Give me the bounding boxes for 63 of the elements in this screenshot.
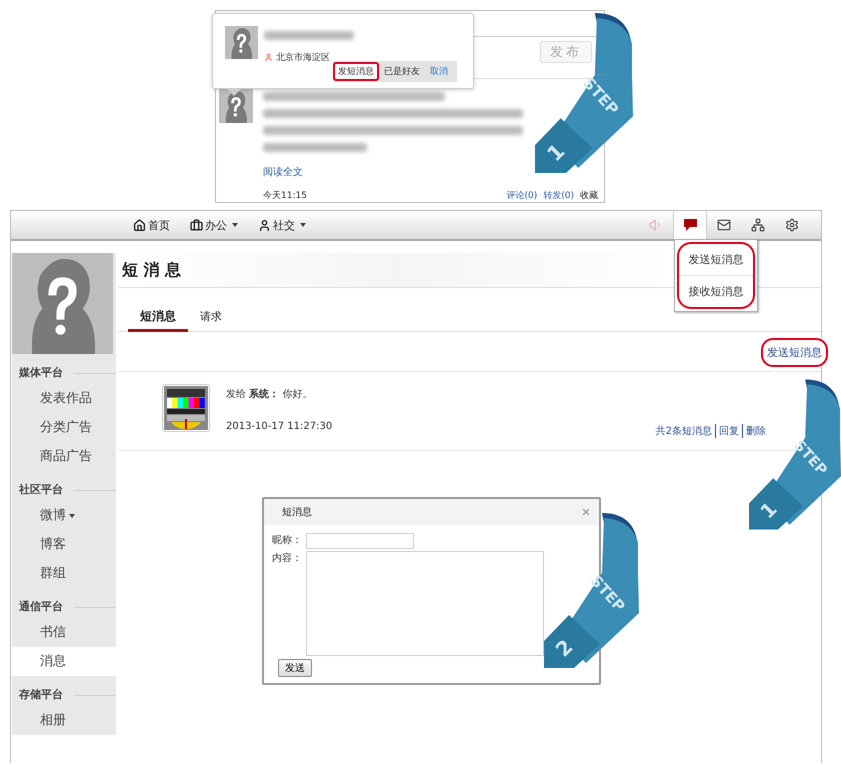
dialog-title: 短消息 xyxy=(282,506,312,519)
post-action-link[interactable]: 评论(0) xyxy=(506,189,538,202)
step-number: 1 xyxy=(542,139,570,166)
sidebar-item[interactable]: 群组 xyxy=(12,559,116,588)
settings-icon xyxy=(785,218,799,232)
nav-menu-item[interactable]: 首页 xyxy=(133,218,170,232)
message-action-link[interactable]: 删除 xyxy=(742,424,766,438)
message-time: 2013-10-17 11:27:30 xyxy=(226,421,332,432)
send-message-link[interactable]: 发送短消息 xyxy=(761,338,828,367)
nav-menu-item[interactable]: 办公 xyxy=(190,218,238,232)
sidebar-section-title: 社区平台 xyxy=(12,471,116,501)
ribbon-curl-drawing xyxy=(602,513,638,573)
sidebar-section-title: 通信平台 xyxy=(12,588,116,618)
field-label: 昵称： xyxy=(272,534,303,547)
user-icon xyxy=(258,218,271,232)
post-action-link[interactable]: 转发(0) xyxy=(543,189,574,202)
page-title: 短 消 息 xyxy=(122,260,182,280)
read-more-link[interactable]: 阅读全文 xyxy=(263,165,600,179)
network-icon xyxy=(751,218,765,232)
nav-icon-button[interactable] xyxy=(673,211,707,239)
sidebar-item[interactable]: 发表作品 xyxy=(12,384,116,413)
tab[interactable]: 请求 xyxy=(188,308,234,332)
content-field[interactable] xyxy=(306,551,544,656)
test-pattern-icon xyxy=(162,384,210,432)
mail-icon xyxy=(717,218,731,232)
caret-icon xyxy=(232,223,238,227)
sidebar-item[interactable]: 微博 xyxy=(12,501,116,530)
message-text: 发给 系统： 你好。 xyxy=(226,388,314,401)
send-button[interactable]: 发送 xyxy=(278,659,312,677)
message-action-link[interactable]: 回复 xyxy=(715,424,739,438)
popup-action-button[interactable]: 发短消息 xyxy=(333,62,379,81)
menu-item[interactable]: 接收短消息 xyxy=(679,275,753,307)
message-action-link[interactable]: 共2条短消息 xyxy=(656,424,712,438)
sidebar-section-title: 媒体平台 xyxy=(12,354,116,384)
post-time: 今天11:15 xyxy=(263,190,307,202)
caret-icon xyxy=(69,514,75,518)
chat-icon xyxy=(682,218,698,232)
ribbon-curl-drawing xyxy=(594,13,632,75)
popup-action-button[interactable]: 取消 xyxy=(425,62,453,81)
location-text: 北京市海淀区 xyxy=(276,52,330,64)
tab[interactable]: 短消息 xyxy=(128,308,188,332)
home-icon xyxy=(133,218,146,232)
sidebar-item[interactable]: 分类广告 xyxy=(12,413,116,442)
menu-item[interactable]: 发送短消息 xyxy=(679,244,753,275)
caret-icon xyxy=(300,223,306,227)
nav-menu-item[interactable]: 社交 xyxy=(258,218,306,232)
ribbon-curl-drawing xyxy=(805,379,840,438)
sidebar-section-title: 存储平台 xyxy=(12,676,116,706)
person-icon xyxy=(264,53,273,62)
sidebar-item[interactable]: 相册 xyxy=(12,706,116,735)
sidebar-item[interactable]: 博客 xyxy=(12,530,116,559)
step-number: 2 xyxy=(550,634,578,662)
close-icon[interactable] xyxy=(581,507,591,517)
sidebar-item[interactable]: 消息 xyxy=(12,647,116,676)
sidebar-item[interactable]: 商品广告 xyxy=(12,442,116,471)
sidebar-item[interactable]: 书信 xyxy=(12,618,116,647)
popup-action-button[interactable]: 已是好友 xyxy=(379,62,425,81)
post-action-link[interactable]: 收藏 xyxy=(580,189,598,202)
step-number: 1 xyxy=(756,498,782,524)
briefcase-icon xyxy=(190,218,203,232)
field-label: 内容： xyxy=(272,552,303,565)
nickname-field[interactable] xyxy=(306,533,414,549)
avatar-placeholder xyxy=(225,26,258,59)
